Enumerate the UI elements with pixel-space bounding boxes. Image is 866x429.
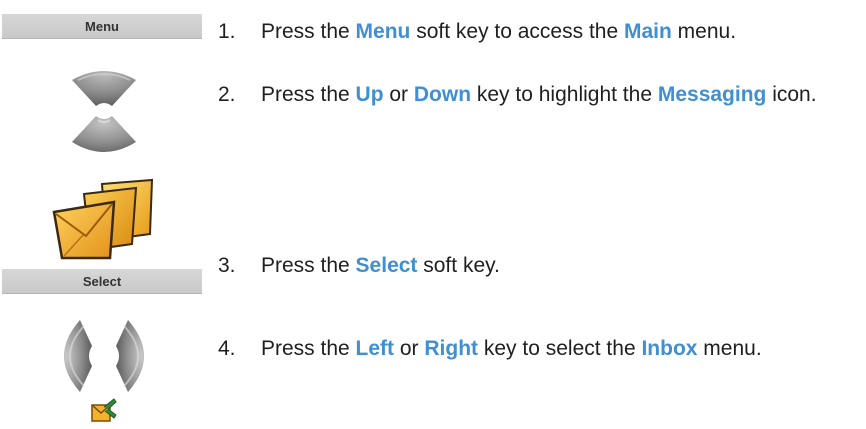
down-arrow-key-icon bbox=[72, 116, 136, 152]
step-text: Press the Menu soft key to access the Ma… bbox=[261, 20, 737, 43]
step-number: 2. bbox=[218, 83, 236, 106]
keyword-menu: Menu bbox=[355, 20, 411, 43]
step-number: 4. bbox=[218, 337, 236, 360]
keyword-up: Up bbox=[355, 83, 384, 106]
keyword-messaging: Messaging bbox=[657, 83, 767, 106]
step-text: Press the Left or Right key to select th… bbox=[261, 337, 762, 360]
step-text: Press the Up or Down key to highlight th… bbox=[261, 83, 817, 106]
keyword-right: Right bbox=[424, 337, 479, 360]
menu-softkey: Menu bbox=[2, 14, 202, 39]
messaging-folder-icon bbox=[52, 178, 154, 260]
step-2: 2. Press the Up or Down key to highlight… bbox=[218, 79, 858, 111]
inbox-envelope-icon bbox=[91, 398, 117, 422]
keyword-select: Select bbox=[355, 254, 418, 277]
step-number: 3. bbox=[218, 254, 236, 277]
step-3: 3. Press the Select soft key. bbox=[218, 250, 858, 282]
step-1: 1. Press the Menu soft key to access the… bbox=[218, 16, 858, 48]
up-arrow-key-icon bbox=[72, 71, 136, 106]
step-4: 4. Press the Left or Right key to select… bbox=[218, 333, 858, 365]
keyword-inbox: Inbox bbox=[641, 337, 698, 360]
select-softkey: Select bbox=[2, 269, 202, 294]
keyword-down: Down bbox=[413, 83, 472, 106]
step-text: Press the Select soft key. bbox=[261, 254, 500, 277]
left-right-arrow-keys-icon bbox=[64, 320, 144, 392]
keyword-main: Main bbox=[623, 20, 672, 43]
keyword-left: Left bbox=[355, 337, 395, 360]
step-number: 1. bbox=[218, 20, 236, 43]
